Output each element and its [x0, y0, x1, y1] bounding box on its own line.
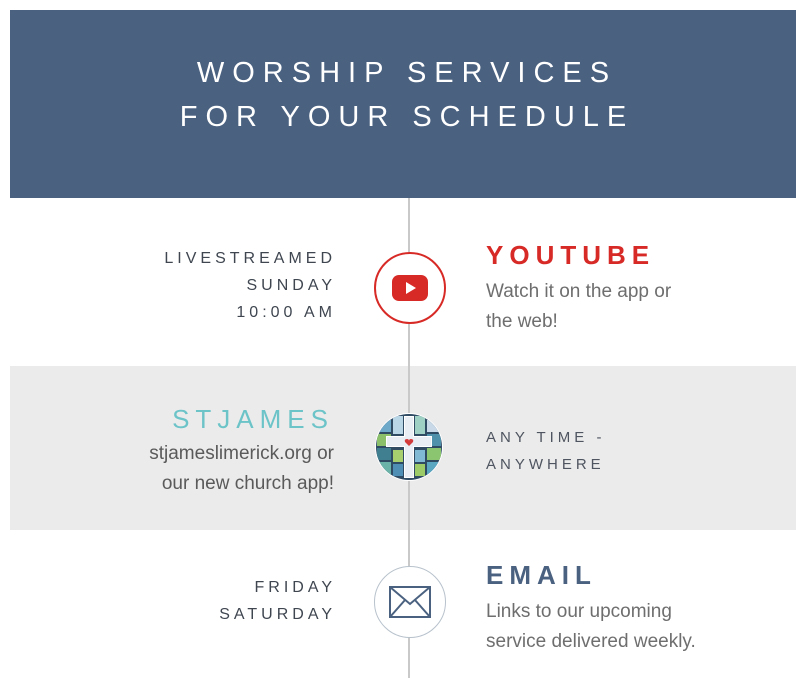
youtube-title: YOUTUBE	[486, 240, 656, 270]
church-cross-icon	[374, 412, 444, 482]
stjames-info: STJAMES stjameslimerick.org or our new c…	[149, 404, 334, 499]
schedule-line: LIVESTREAMED	[164, 250, 336, 267]
stjames-availability: ANY TIME - ANYWHERE	[486, 424, 605, 478]
youtube-schedule: LIVESTREAMED SUNDAY 10:00 AM	[164, 245, 336, 326]
youtube-icon	[374, 252, 446, 324]
youtube-text-line: the web!	[486, 311, 558, 332]
schedule-line: SATURDAY	[219, 606, 336, 623]
stjames-text-line: stjameslimerick.org or	[149, 443, 334, 464]
email-text-line: Links to our upcoming	[486, 601, 672, 622]
email-text-line: service delivered weekly.	[486, 631, 696, 652]
email-schedule: FRIDAY SATURDAY	[219, 574, 336, 628]
email-title: EMAIL	[486, 560, 597, 590]
schedule-line: 10:00 AM	[236, 304, 336, 321]
stjames-title: STJAMES	[172, 404, 334, 434]
header-title-line1: WORSHIP SERVICES	[196, 57, 618, 89]
email-info: EMAIL Links to our upcoming service deli…	[486, 560, 696, 657]
schedule-line: SUNDAY	[246, 277, 336, 294]
envelope-icon	[374, 566, 446, 638]
youtube-info: YOUTUBE Watch it on the app or the web!	[486, 240, 671, 337]
youtube-text-line: Watch it on the app or	[486, 281, 672, 302]
availability-line: ANYWHERE	[486, 456, 605, 473]
header-title-line2: FOR YOUR SCHEDULE	[179, 101, 635, 133]
schedule-graphic: WORSHIP SERVICES FOR YOUR SCHEDULE LIVES…	[10, 10, 796, 678]
stjames-text-line: our new church app!	[161, 473, 334, 494]
schedule-line: FRIDAY	[254, 579, 336, 596]
header-banner: WORSHIP SERVICES FOR YOUR SCHEDULE	[10, 10, 796, 198]
availability-line: ANY TIME -	[486, 429, 606, 446]
